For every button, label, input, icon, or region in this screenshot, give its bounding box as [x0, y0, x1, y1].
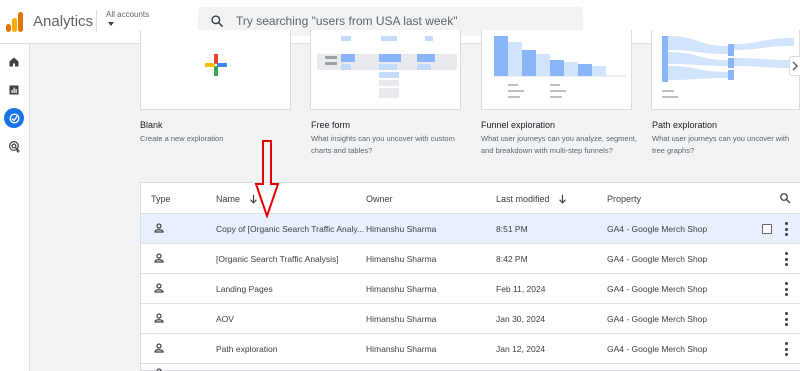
- app-title: Analytics: [33, 13, 94, 30]
- header-divider: [96, 10, 97, 32]
- table-row-partial: [141, 363, 800, 371]
- exploration-modified: Jan 12, 2024: [496, 344, 546, 354]
- table-row[interactable]: Landing Pages Himanshu Sharma Feb 11, 20…: [141, 273, 800, 303]
- free-form-template-card[interactable]: [310, 30, 461, 110]
- search-placeholder[interactable]: Try searching "users from USA last week": [236, 14, 457, 28]
- left-nav-rail: [0, 44, 30, 371]
- table-row[interactable]: Copy of [Organic Search Traffic Analy...…: [141, 213, 800, 243]
- more-options-icon[interactable]: [783, 282, 789, 296]
- advertising-icon: [8, 140, 20, 153]
- table-row[interactable]: AOV Himanshu Sharma Jan 30, 2024 GA4 - G…: [141, 303, 800, 333]
- carousel-next-button[interactable]: [789, 56, 800, 76]
- person-icon: [154, 253, 164, 263]
- chevron-right-icon: [792, 61, 799, 71]
- column-header-property[interactable]: Property: [607, 194, 641, 204]
- exploration-owner: Himanshu Sharma: [366, 314, 437, 324]
- template-description: What insights can you uncover with custo…: [311, 134, 455, 155]
- table-row[interactable]: [Organic Search Traffic Analysis] Himans…: [141, 243, 800, 273]
- funnel-thumbnail: [494, 36, 626, 98]
- template-description: What user journeys can you uncover with …: [652, 134, 790, 155]
- search-icon: [211, 15, 224, 28]
- exploration-property: GA4 - Google Merch Shop: [607, 224, 708, 234]
- template-title: Free form: [311, 120, 351, 130]
- exploration-modified: Jan 30, 2024: [496, 314, 546, 324]
- exploration-property: GA4 - Google Merch Shop: [607, 314, 708, 324]
- person-icon: [154, 343, 164, 353]
- advertising-nav-item[interactable]: [4, 136, 24, 156]
- person-icon: [154, 223, 164, 233]
- exploration-property: GA4 - Google Merch Shop: [607, 254, 708, 264]
- more-options-icon[interactable]: [783, 222, 789, 236]
- home-nav-item[interactable]: [4, 52, 24, 72]
- person-icon: [154, 313, 164, 323]
- column-header-name[interactable]: Name: [216, 194, 240, 204]
- path-thumbnail: [662, 36, 794, 98]
- row-select-checkbox[interactable]: [762, 224, 772, 234]
- exploration-property: GA4 - Google Merch Shop: [607, 284, 708, 294]
- search-icon[interactable]: [779, 192, 791, 204]
- reports-icon: [9, 85, 19, 95]
- exploration-name[interactable]: AOV: [216, 314, 234, 324]
- explorations-table: Type Name Owner Last modified Property C…: [140, 182, 800, 371]
- reports-nav-item[interactable]: [4, 80, 24, 100]
- sort-arrow-down-icon[interactable]: [558, 194, 567, 204]
- exploration-owner: Himanshu Sharma: [366, 344, 437, 354]
- table-row[interactable]: Path exploration Himanshu Sharma Jan 12,…: [141, 333, 800, 363]
- template-title: Blank: [140, 120, 163, 130]
- free-form-thumbnail: [317, 36, 457, 98]
- exploration-name[interactable]: Copy of [Organic Search Traffic Analy...: [216, 224, 364, 234]
- account-picker-caret-icon[interactable]: [108, 22, 114, 26]
- template-title: Path exploration: [652, 120, 718, 130]
- column-header-last-modified[interactable]: Last modified: [496, 194, 550, 204]
- more-options-icon[interactable]: [783, 342, 789, 356]
- column-header-type[interactable]: Type: [151, 194, 171, 204]
- exploration-name[interactable]: Landing Pages: [216, 284, 273, 294]
- home-icon: [9, 57, 19, 67]
- template-description: What user journeys can you analyze, segm…: [481, 134, 637, 155]
- exploration-name[interactable]: Path exploration: [216, 344, 277, 354]
- exploration-modified: Feb 11, 2024: [496, 284, 546, 294]
- explore-nav-item[interactable]: [4, 108, 24, 128]
- explore-icon: [8, 112, 20, 124]
- analytics-logo[interactable]: [6, 12, 24, 32]
- person-icon: [154, 283, 164, 293]
- exploration-owner: Himanshu Sharma: [366, 284, 437, 294]
- exploration-owner: Himanshu Sharma: [366, 254, 437, 264]
- exploration-owner: Himanshu Sharma: [366, 224, 437, 234]
- more-options-icon[interactable]: [783, 252, 789, 266]
- plus-icon: [205, 54, 227, 76]
- red-down-arrow-annotation: [254, 140, 280, 218]
- column-header-owner[interactable]: Owner: [366, 194, 393, 204]
- path-exploration-template-card[interactable]: [651, 30, 800, 110]
- funnel-exploration-template-card[interactable]: [481, 30, 632, 110]
- person-icon: [156, 368, 162, 371]
- exploration-modified: 8:42 PM: [496, 254, 528, 264]
- template-title: Funnel exploration: [481, 120, 556, 130]
- exploration-name[interactable]: [Organic Search Traffic Analysis]: [216, 254, 339, 264]
- exploration-modified: 8:51 PM: [496, 224, 528, 234]
- account-picker-label[interactable]: All accounts: [106, 10, 149, 19]
- blank-template-card[interactable]: [140, 30, 291, 110]
- more-options-icon[interactable]: [783, 312, 789, 326]
- exploration-property: GA4 - Google Merch Shop: [607, 344, 708, 354]
